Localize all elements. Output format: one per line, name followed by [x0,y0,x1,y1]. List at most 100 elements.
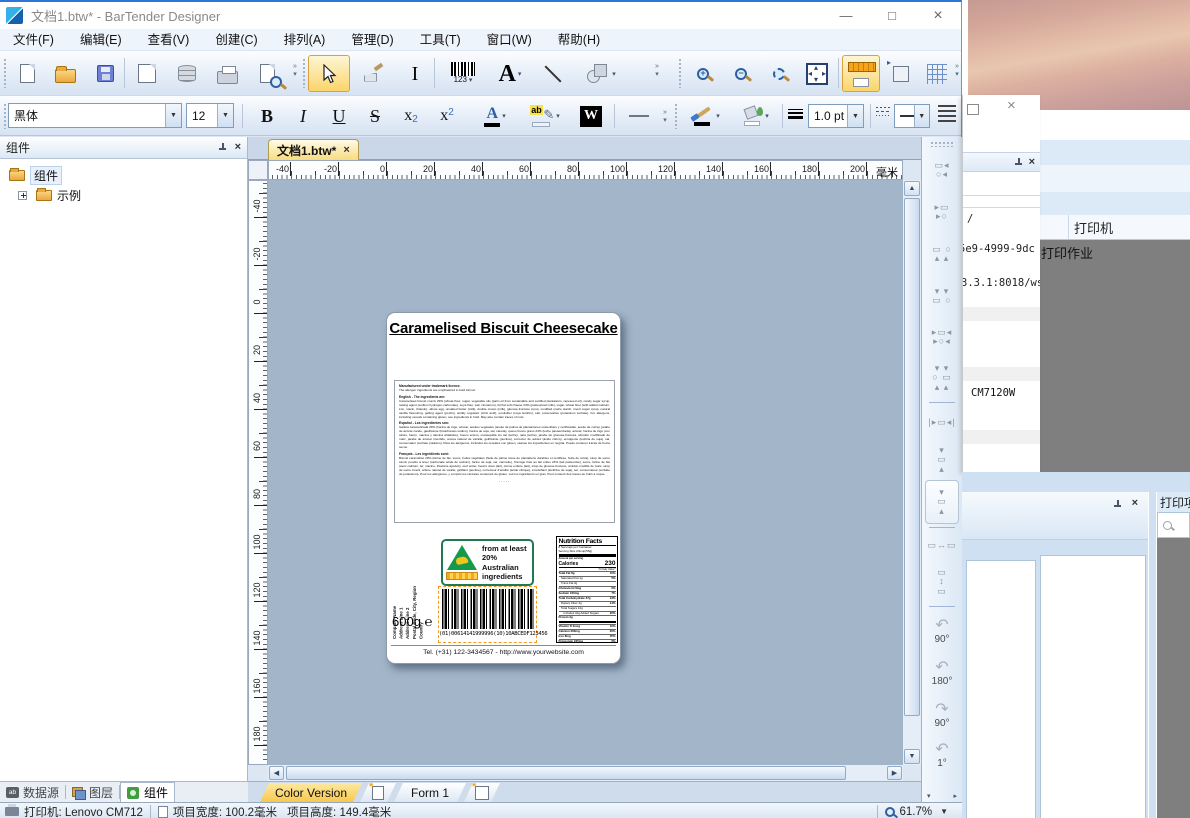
font-size-select[interactable]: 12 ▼ [186,103,234,128]
paragraph-lines-icon[interactable] [938,105,956,122]
australian-made-logo[interactable]: from at least20% Australianingredients [441,539,534,586]
expand-icon[interactable] [18,191,27,200]
pin-icon[interactable] [1113,500,1122,509]
align-left-button[interactable]: ▭◂○◂ [925,149,959,191]
highlight-button[interactable]: ab ✎ ▾ [522,101,568,131]
center-horizontally-in-template-button[interactable]: |▸▭◂| [925,406,959,440]
center-in-template-button[interactable]: ▾▭▴ [925,480,959,524]
toolbar-grip[interactable] [930,141,954,147]
save-button[interactable] [86,55,124,92]
text-cursor-tool-button[interactable]: I [396,55,434,92]
label-title-object[interactable]: Caramelised Biscuit Cheesecake [387,320,620,337]
underline-button[interactable]: U [322,101,356,131]
pin-icon[interactable] [1014,158,1023,167]
wordart-button[interactable]: W [574,101,608,131]
design-canvas[interactable]: Caramelised Biscuit Cheesecake Manufactu… [268,180,903,765]
object-boundaries-button[interactable] [882,55,920,92]
open-document-button[interactable] [46,55,84,92]
create-text-button[interactable]: A▾ [490,55,530,92]
align-center-horizontal-axis-button[interactable]: ▾ ▾○ ▭▴ ▴ [925,357,959,399]
subscript-button[interactable]: x2 [394,101,428,131]
document-tab[interactable]: 文档1.btw* × [268,139,359,160]
line-weight-select[interactable]: 1.0 pt ▼ [808,104,864,128]
menu-manage[interactable]: 管理(D) [338,29,406,51]
align-top-button[interactable]: ▭ ○▴ ▴ [925,233,959,275]
panel-close-icon[interactable]: × [1029,157,1035,168]
menu-help[interactable]: 帮助(H) [545,29,613,51]
zoom-dropdown-arrow-icon[interactable]: ▼ [940,807,948,816]
strikethrough-button[interactable]: S [358,101,392,131]
dropdown-arrow-icon[interactable]: ▼ [847,105,863,127]
menu-create[interactable]: 创建(C) [202,29,270,51]
tab-data-sources[interactable]: ab数据源 [0,782,65,802]
ingredients-text-object[interactable]: Manufactured under trademark licence. Th… [394,380,615,523]
zoom-out-button[interactable]: − [722,55,760,92]
add-form-tab[interactable] [464,783,500,802]
toolbar-overflow[interactable]: »▾ [952,63,962,80]
rotate-left-90-button[interactable]: ↶90° [925,610,959,652]
close-icon[interactable]: × [1007,97,1016,114]
create-barcode-button[interactable]: 123▾ [440,55,486,92]
zoom-region-button[interactable] [760,55,798,92]
rotate-180-button[interactable]: ↶180° [925,652,959,694]
align-center-vertical-axis-button[interactable]: ▸▭◂▸○◂ [925,317,959,357]
dropdown-arrow-icon[interactable]: ▾ [765,112,769,120]
superscript-button[interactable]: x2 [430,101,464,131]
horizontal-scrollbar[interactable]: ◀ ▶ [268,765,903,781]
menu-window[interactable]: 窗口(W) [474,29,545,51]
tab-form-1[interactable]: Form 1 [394,783,466,802]
net-weight-object[interactable]: 600g ℮ [392,614,432,629]
dropdown-arrow-icon[interactable]: ▾ [716,112,720,120]
close-button[interactable]: × [923,7,953,25]
toolbar-scroll-indicators[interactable]: ▾▸ [922,792,962,800]
toolbar-overflow[interactable]: »▾ [652,63,662,80]
toolbar-grip[interactable] [3,58,7,88]
menu-tools[interactable]: 工具(T) [407,29,474,51]
toolbar-overflow[interactable]: »▾ [290,63,300,80]
line-style-select[interactable]: ▼ [894,104,930,128]
tab-components[interactable]: 组件 [120,782,175,802]
select-tool-button[interactable] [308,55,350,92]
new-document-button[interactable] [8,55,46,92]
toolbar-grip[interactable] [678,58,682,88]
label-template[interactable]: Caramelised Biscuit Cheesecake Manufactu… [386,312,621,664]
nutrition-facts-object[interactable]: Nutrition Facts 8 Servings per Container… [556,536,618,643]
toolbar-grip[interactable] [3,103,7,129]
printer-column-header[interactable]: 打印机 [1040,215,1190,240]
scroll-left-button[interactable]: ◀ [269,766,284,780]
scroll-right-button[interactable]: ▶ [887,766,902,780]
scroll-up-button[interactable]: ▲ [904,181,920,196]
toolbar-grip[interactable] [302,58,306,88]
menu-file[interactable]: 文件(F) [0,29,67,51]
dropdown-arrow-icon[interactable]: ▼ [217,104,233,127]
pin-icon[interactable] [218,143,227,152]
format-painter-button[interactable] [354,55,392,92]
toolbar-grip[interactable] [674,103,678,129]
panel-close-icon[interactable]: × [235,142,241,153]
create-shape-button[interactable]: ▾ [576,55,624,92]
page-setup-button[interactable] [128,55,166,92]
tab-color-version[interactable]: Color Version [260,783,362,802]
dropdown-arrow-icon[interactable]: ▾ [556,112,560,120]
vertical-scrollbar[interactable]: ▲ ▼ [903,180,921,765]
label-footer-object[interactable]: Tel. (+31) 122-3434567 - http://www.your… [387,649,620,656]
font-color-button[interactable]: A ▾ [474,101,516,131]
rotate-right-90-button[interactable]: ↷90° [925,694,959,736]
maximize-icon[interactable] [967,104,979,115]
toolbar-overflow[interactable]: »▾ [660,109,670,126]
fill-color-button[interactable]: ▾ [732,101,778,131]
vertical-scroll-thumb[interactable] [904,198,920,716]
horizontal-ruler[interactable]: 毫米 -40-20020406080100120140160180200 [268,160,903,180]
tree-item-components[interactable]: 组件 [4,165,243,185]
toggle-grid-button[interactable] [918,55,956,92]
dropdown-arrow-icon[interactable]: ▾ [502,112,506,120]
dropdown-arrow-icon[interactable]: ▼ [165,104,181,127]
toggle-rulers-button[interactable] [842,55,880,92]
italic-button[interactable]: I [286,101,320,131]
dropdown-arrow-icon[interactable]: ▼ [914,105,929,127]
menu-view[interactable]: 查看(V) [135,29,203,51]
zoom-in-button[interactable]: + [684,55,722,92]
horizontal-line-button[interactable] [622,101,656,131]
space-vertically-button[interactable]: ▭↕▭ [925,561,959,603]
align-bottom-button[interactable]: ▾ ▾▭ ○ [925,275,959,317]
